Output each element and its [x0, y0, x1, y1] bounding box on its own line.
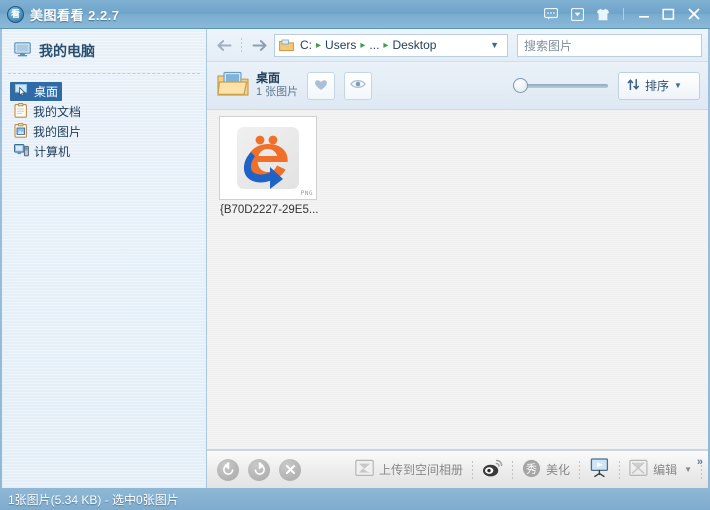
box-dropdown-icon[interactable]: [564, 3, 590, 25]
minimize-button[interactable]: [631, 3, 656, 25]
sidebar-item-my-pictures[interactable]: 我的图片: [10, 122, 85, 141]
sort-icon: [627, 78, 640, 94]
sidebar-header-label: 我的电脑: [39, 43, 95, 59]
title-bar-divider: [623, 8, 624, 20]
svg-text:秀: 秀: [526, 462, 537, 475]
pictures-icon: [14, 122, 28, 141]
slideshow-icon: [589, 458, 610, 481]
edit-icon: [629, 459, 648, 480]
folder-toolbar-right: 排序 ▼: [513, 71, 700, 100]
sidebar-header: 我的电脑: [2, 29, 206, 73]
search-input[interactable]: 搜索图片: [517, 33, 702, 57]
beautify-label: 美化: [546, 463, 571, 477]
upload-album-icon: [355, 459, 374, 480]
toolbar-divider: [579, 460, 581, 479]
edit-button[interactable]: 编辑 ▼: [622, 455, 699, 485]
sidebar-item-desktop[interactable]: 桌面: [10, 82, 63, 101]
title-bar-left: 看 美图看看 2.2.7: [0, 5, 120, 24]
sidebar-item-label: 我的图片: [33, 125, 82, 139]
sidebar-item-label: 我的文档: [33, 105, 82, 119]
thumbnail-grid[interactable]: PNG {B70D2227-29E5...: [207, 110, 708, 450]
search-placeholder: 搜索图片: [524, 38, 573, 53]
chevron-right-icon: ▸: [360, 39, 366, 51]
thumbnail-zoom-slider[interactable]: [513, 78, 608, 94]
breadcrumb-part[interactable]: Desktop: [389, 37, 439, 53]
slider-knob[interactable]: [513, 78, 528, 93]
heart-icon: [314, 78, 328, 94]
documents-icon: [14, 102, 28, 121]
weibo-icon: [482, 459, 503, 481]
favorite-button[interactable]: [307, 71, 336, 100]
sort-button[interactable]: 排序 ▼: [618, 71, 700, 100]
breadcrumb-part[interactable]: ...: [366, 37, 382, 53]
sidebar: 我的电脑 桌面 我的文档 我的图片 计算机: [2, 29, 207, 488]
toolbar-divider: [472, 460, 474, 479]
desktop-icon: [14, 83, 29, 100]
sidebar-item-my-documents[interactable]: 我的文档: [10, 102, 85, 121]
folder-texts: 桌面 1 张图片: [256, 71, 298, 100]
arrow-left-icon[interactable]: [213, 33, 235, 57]
eye-icon: [350, 78, 367, 93]
edit-label: 编辑: [653, 463, 678, 477]
bottom-toolbar: 上传到空间相册 秀 美化 编辑 ▼ »: [207, 450, 708, 488]
sidebar-divider: [8, 73, 200, 74]
open-folder-icon: [217, 71, 249, 100]
weibo-button[interactable]: [475, 455, 510, 485]
close-button[interactable]: [681, 3, 706, 25]
toolbar-divider: [512, 460, 514, 479]
application-window: 看 美图看看 2.2.7 我的电脑 桌面 我的文档 我的图片 计算机 C: ▸ …: [0, 0, 710, 510]
navigation-bar: C: ▸ Users ▸ ... ▸ Desktop ▼ 搜索图片: [207, 29, 708, 62]
sidebar-item-label: 计算机: [34, 145, 71, 159]
folder-toolbar: 桌面 1 张图片 排序 ▼: [207, 62, 708, 110]
monitor-icon: [14, 42, 31, 60]
sidebar-list: 桌面 我的文档 我的图片 计算机: [2, 80, 206, 161]
status-bar: 1张图片(5.34 KB) - 选中0张图片: [0, 488, 710, 510]
chevron-down-icon[interactable]: ▼: [484, 40, 505, 50]
status-text: 1张图片(5.34 KB) - 选中0张图片: [8, 492, 179, 507]
folder-name: 桌面: [256, 71, 281, 86]
ie-logo-thumbnail: [237, 127, 299, 189]
shirt-skin-icon[interactable]: [590, 3, 616, 25]
folder-icon: [279, 39, 294, 52]
main-panel: C: ▸ Users ▸ ... ▸ Desktop ▼ 搜索图片 桌面 1 张…: [207, 29, 708, 488]
beautify-button[interactable]: 秀 美化: [515, 455, 577, 485]
breadcrumb[interactable]: C: ▸ Users ▸ ... ▸ Desktop ▼: [274, 33, 508, 57]
rotate-right-icon[interactable]: [248, 458, 270, 481]
toolbar-overflow-button[interactable]: »: [697, 456, 703, 468]
chevron-right-icon: ▸: [316, 39, 322, 51]
chat-bubble-icon[interactable]: [538, 3, 564, 25]
preview-button[interactable]: [344, 71, 373, 100]
thumbnail[interactable]: PNG: [219, 116, 317, 200]
rotate-left-icon[interactable]: [217, 458, 239, 481]
folder-image-count: 1 张图片: [256, 86, 299, 99]
beautify-xiu-icon: 秀: [522, 459, 541, 481]
app-logo-icon: 看: [7, 5, 24, 23]
sidebar-item-computer[interactable]: 计算机: [10, 142, 74, 161]
chevron-down-icon[interactable]: ▼: [684, 465, 692, 474]
folder-info: 桌面 1 张图片: [217, 71, 298, 100]
chevron-right-icon: ▸: [383, 39, 389, 51]
window-title: 美图看看 2.2.7: [30, 7, 120, 23]
upload-album-label: 上传到空间相册: [379, 463, 464, 477]
computer-icon: [14, 143, 29, 160]
breadcrumb-part[interactable]: Users: [322, 37, 359, 53]
file-tile[interactable]: PNG {B70D2227-29E5...: [219, 116, 319, 216]
chevron-down-icon[interactable]: ▼: [674, 81, 682, 90]
upload-album-button[interactable]: 上传到空间相册: [348, 455, 470, 485]
toolbar-divider: [619, 460, 621, 479]
sort-label: 排序: [645, 79, 670, 93]
arrow-right-icon[interactable]: [248, 33, 270, 57]
delete-button[interactable]: [279, 458, 301, 481]
title-bar: 看 美图看看 2.2.7: [0, 0, 710, 29]
title-bar-controls: [538, 0, 706, 28]
breadcrumb-part[interactable]: C:: [297, 37, 315, 53]
maximize-button[interactable]: [656, 3, 681, 25]
nav-divider: [241, 38, 242, 52]
window-body: 我的电脑 桌面 我的文档 我的图片 计算机 C: ▸ Users ▸ ... ▸…: [0, 29, 710, 488]
file-name: {B70D2227-29E5...: [220, 204, 319, 216]
slideshow-button[interactable]: [582, 455, 617, 485]
sidebar-item-label: 桌面: [34, 85, 59, 99]
format-badge: PNG: [300, 190, 313, 197]
